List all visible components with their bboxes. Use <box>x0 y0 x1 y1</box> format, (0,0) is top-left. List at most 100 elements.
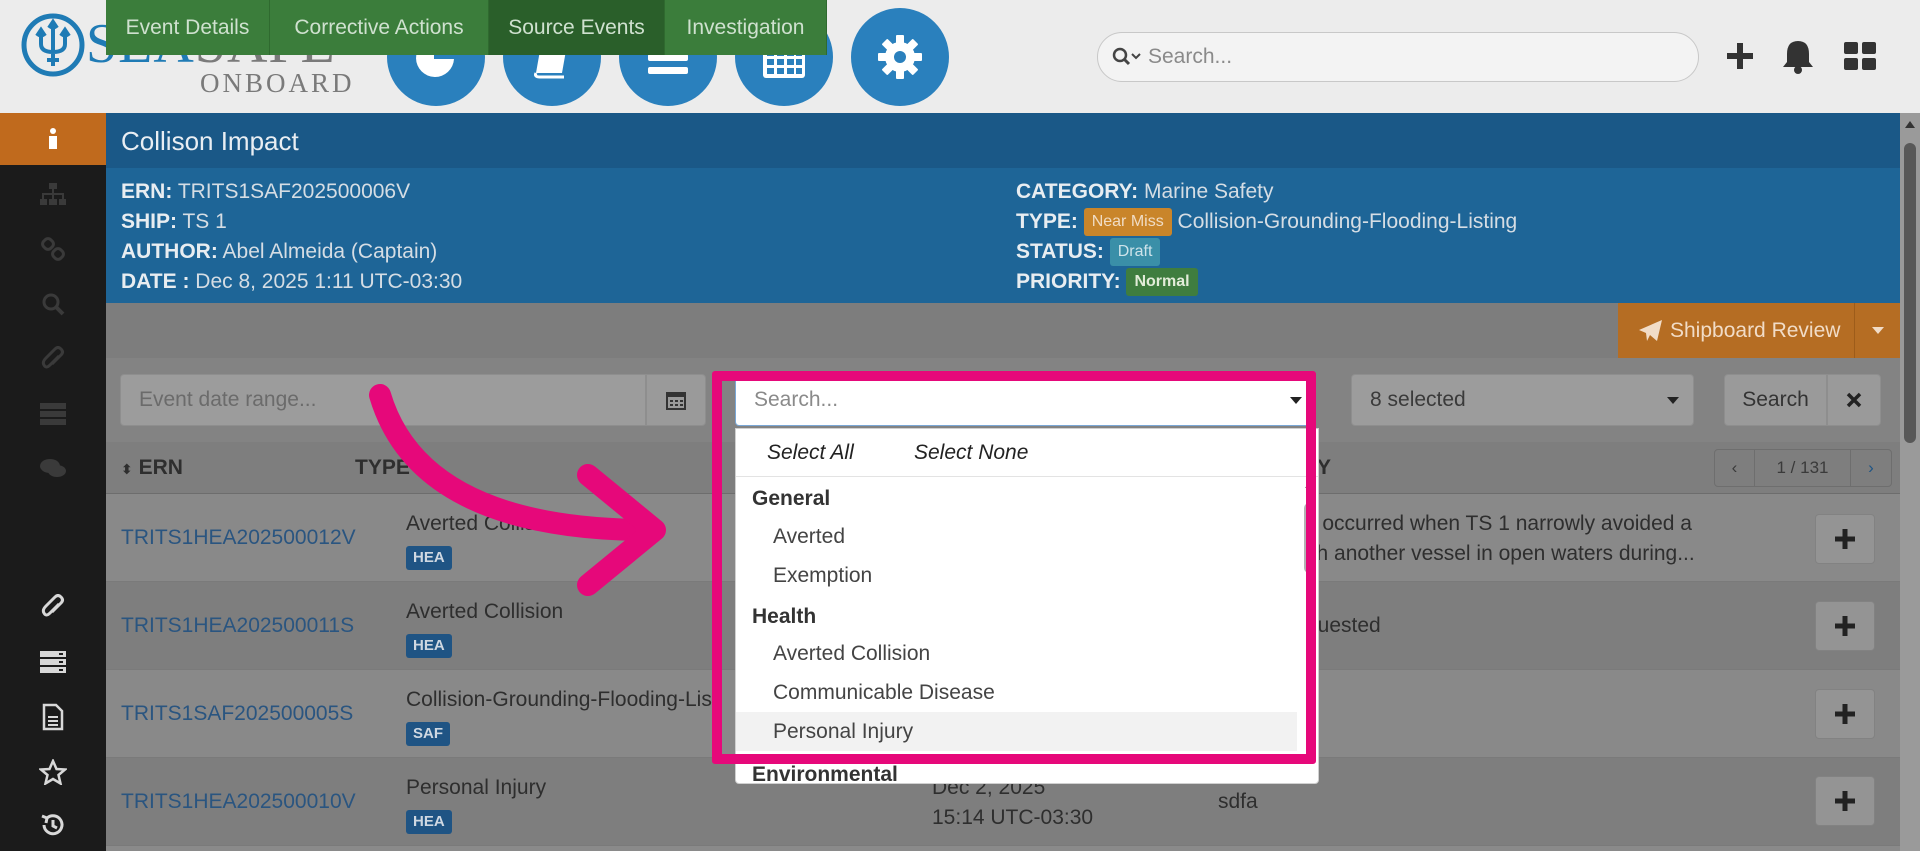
sidebar-records[interactable] <box>0 636 106 688</box>
select-none-link[interactable]: Select None <box>914 441 1028 465</box>
sidebar-info[interactable] <box>0 113 106 165</box>
row-ern-link[interactable]: TRITS1SAF202500005S <box>121 699 353 729</box>
sort-icon: ⬍ <box>121 461 133 477</box>
priority-badge: Normal <box>1126 268 1198 296</box>
tab-source-events[interactable]: Source Events <box>489 0 665 55</box>
option-averted[interactable]: Averted <box>736 517 1297 556</box>
caret-down-icon <box>1290 397 1302 404</box>
search-icon <box>42 293 65 316</box>
type-filter-select[interactable] <box>735 374 1313 426</box>
star-icon <box>39 759 67 785</box>
trident-logo-icon <box>21 13 85 77</box>
sidebar-attachments[interactable] <box>0 581 106 633</box>
sidebar-documents[interactable] <box>0 691 106 743</box>
add-source-event-button[interactable] <box>1815 601 1875 651</box>
global-search-input[interactable] <box>1148 45 1668 69</box>
comments-icon <box>40 459 66 477</box>
event-header: Collison Impact ERN: TRITS1SAF202500006V… <box>106 113 1900 303</box>
page-indicator: 1 / 131 <box>1755 450 1851 486</box>
add-button[interactable] <box>1720 36 1760 76</box>
apps-button[interactable] <box>1840 36 1880 76</box>
document-icon <box>42 703 64 731</box>
option-communicable-disease[interactable]: Communicable Disease <box>736 673 1297 712</box>
row-type-badge: HEA <box>406 546 452 570</box>
event-date: Dec 8, 2025 1:11 UTC-03:30 <box>195 270 463 293</box>
column-summary[interactable]: Y <box>1317 456 1331 480</box>
prev-page-button[interactable]: ‹ <box>1715 450 1755 486</box>
add-source-event-button[interactable] <box>1815 776 1875 826</box>
add-source-event-button[interactable] <box>1815 689 1875 739</box>
tab-event-details[interactable]: Event Details <box>106 0 270 55</box>
paperclip-icon <box>41 594 64 617</box>
dropdown-scroll-thumb[interactable] <box>1304 503 1314 573</box>
sidebar <box>0 113 106 851</box>
event-meta-left: ERN: TRITS1SAF202500006V SHIP: TS 1 AUTH… <box>121 180 463 293</box>
status-badge: Draft <box>1109 238 1161 266</box>
option-averted-collision[interactable]: Averted Collision <box>736 634 1297 673</box>
sidebar-search[interactable] <box>0 278 106 330</box>
page-scroll-thumb[interactable] <box>1904 143 1916 443</box>
option-personal-injury[interactable]: Personal Injury <box>736 712 1297 751</box>
shipboard-review-button[interactable]: Shipboard Review <box>1618 303 1900 358</box>
server-icon <box>40 403 66 425</box>
gear-icon <box>878 35 922 79</box>
plus-icon <box>1727 43 1753 69</box>
close-icon <box>1846 392 1862 408</box>
sidebar-history[interactable] <box>0 799 106 851</box>
row-ern-link[interactable]: TRITS1HEA202500012V <box>121 523 356 553</box>
tab-investigation[interactable]: Investigation <box>665 0 827 55</box>
event-title: Collison Impact <box>106 113 1900 168</box>
sidebar-records-dim[interactable] <box>0 388 106 440</box>
row-summary: s occurred when TS 1 narrowly avoided ai… <box>1306 512 1695 565</box>
sidebar-hierarchy[interactable] <box>0 168 106 220</box>
next-page-button[interactable]: › <box>1851 450 1891 486</box>
row-type-badge: HEA <box>406 634 452 658</box>
select-all-link[interactable]: Select All <box>767 441 854 465</box>
clear-filters-button[interactable] <box>1827 374 1881 426</box>
row-ern-link[interactable]: TRITS1HEA202500011S <box>121 611 354 641</box>
row-type: Collision-Grounding-Flooding-Listi <box>406 688 723 711</box>
group-environmental: Environmental <box>752 763 898 784</box>
sidebar-comments[interactable] <box>0 443 106 495</box>
type-filter-search-input[interactable] <box>754 388 1254 412</box>
search-dropdown-icon[interactable] <box>1112 46 1142 68</box>
scroll-up-icon[interactable] <box>1905 121 1915 128</box>
dropdown-scrollbar[interactable] <box>1302 481 1316 721</box>
plus-icon <box>1835 529 1855 549</box>
column-type[interactable]: TYPE <box>355 456 410 480</box>
plus-icon <box>1835 791 1855 811</box>
date-range-input[interactable]: Event date range... <box>120 374 646 426</box>
tab-corrective-actions[interactable]: Corrective Actions <box>270 0 489 55</box>
search-button[interactable]: Search <box>1724 374 1827 426</box>
review-options-caret[interactable] <box>1854 303 1900 358</box>
sidebar-attachments-dim[interactable] <box>0 333 106 385</box>
event-category: Marine Safety <box>1143 180 1274 203</box>
notifications-button[interactable] <box>1778 36 1818 76</box>
type-filter-dropdown: Select All Select None General Averted E… <box>735 428 1319 784</box>
option-exemption[interactable]: Exemption <box>736 556 1297 595</box>
caret-down-icon <box>1667 397 1679 404</box>
calendar-picker-button[interactable] <box>646 374 706 426</box>
group-general: General <box>752 487 831 510</box>
paper-plane-icon <box>1639 319 1662 341</box>
global-search[interactable] <box>1097 32 1699 82</box>
column-ern[interactable]: ⬍ ERN <box>121 456 183 480</box>
event-type: Collision-Grounding-Flooding-Listing <box>1177 210 1518 233</box>
sidebar-favorites[interactable] <box>0 746 106 798</box>
history-icon <box>41 814 64 836</box>
grid-icon <box>1844 42 1876 70</box>
page-scrollbar[interactable] <box>1900 113 1920 851</box>
settings-button[interactable] <box>851 8 949 106</box>
row-type: Averted Collision <box>406 600 564 623</box>
plus-icon <box>1835 616 1855 636</box>
scroll-up-icon[interactable] <box>1305 481 1315 488</box>
bell-icon <box>1783 41 1813 74</box>
status-filter-select[interactable]: 8 selected <box>1351 374 1694 426</box>
event-ern: TRITS1SAF202500006V <box>177 180 411 203</box>
add-source-event-button[interactable] <box>1815 514 1875 564</box>
group-health: Health <box>752 605 817 628</box>
sidebar-links[interactable] <box>0 223 106 275</box>
row-type-badge: SAF <box>406 722 450 746</box>
hierarchy-icon <box>40 183 66 205</box>
row-ern-link[interactable]: TRITS1HEA202500010V <box>121 787 356 817</box>
